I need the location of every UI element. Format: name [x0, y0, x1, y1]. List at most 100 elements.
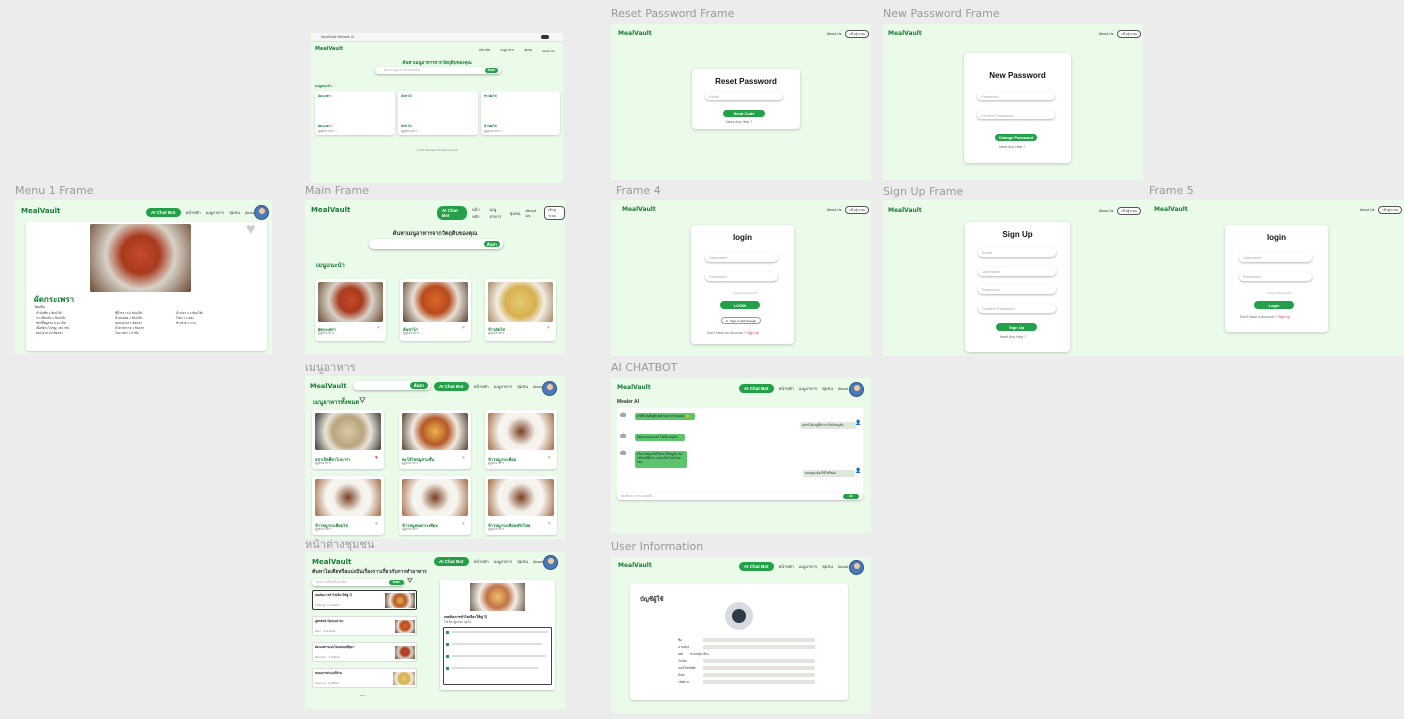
brand-logo[interactable]: MealVault [315, 46, 343, 52]
brand-logo[interactable]: MealVault [312, 558, 351, 566]
nav-community[interactable]: ชุมชน [822, 563, 833, 570]
forgot-password-link[interactable]: Forgot Password? [1267, 291, 1291, 295]
help-link[interactable]: Need Any Help ? [999, 145, 1025, 149]
browser-card-2[interactable]: ต้มข่าไก่ ต้มข่าไก่ ดูสูตรอาหาร → [398, 91, 478, 135]
lastname-field[interactable] [703, 645, 815, 649]
username-input[interactable]: Username [1239, 253, 1312, 262]
nav-menu[interactable]: เมนูอาหาร [494, 558, 512, 565]
nav-home[interactable]: หน้าหลัก [779, 385, 794, 392]
menu-card-6[interactable]: ข้าวหมูกระเทียมพริกไทย ดูสูตรอาหาร ♥ [485, 476, 557, 535]
browser-search-button[interactable]: ค้นหา [485, 68, 498, 73]
main-search-input[interactable] [369, 239, 503, 249]
main-card-1[interactable]: ผัดกะเพรา ดูสูตรอาหาร → ♥ [315, 279, 386, 341]
nav-about[interactable]: About Us [542, 49, 554, 53]
menu-card-1[interactable]: สปาเก็ตตี้คาโบนาร่า ดูสูตรอาหาร ♥ [312, 410, 384, 469]
post-4[interactable]: ขนมครกทำเองที่บ้าน ของหวาน · 2 วันที่แล้… [312, 668, 417, 688]
post-3[interactable]: ผัดกะเพราแบบไหนอร่อยที่สุด? ผัดกะเพรา · … [312, 642, 417, 662]
password-input[interactable]: Password [1239, 272, 1312, 281]
user-avatar[interactable] [254, 205, 269, 220]
brand-logo[interactable]: MealVault [888, 30, 922, 37]
post-1[interactable]: เทคนิคการทำไข่เจียวให้ฟู 🍳 ไข่เจียวฟู · … [312, 590, 417, 610]
email-input[interactable]: Email [978, 248, 1056, 257]
heart-icon[interactable]: ♥ [462, 455, 465, 461]
menu-search-button[interactable]: ค้นหา [410, 382, 428, 389]
filter-icon[interactable]: ⛛ [359, 396, 366, 406]
ai-chat-button[interactable]: AI Chat Bot [434, 557, 469, 566]
send-code-button[interactable]: Send Code [723, 110, 765, 117]
ai-chat-button[interactable]: AI Chat Bot [739, 562, 774, 571]
user-avatar[interactable] [849, 560, 864, 575]
nav-home[interactable]: หน้าหลัก [186, 209, 201, 216]
nav-menu[interactable]: เมนูอาหาร [799, 563, 817, 570]
brand-logo[interactable]: MealVault [311, 206, 350, 214]
nav-home[interactable]: หน้าหลัก [779, 563, 794, 570]
ai-chat-button[interactable]: AI Chat Bot [739, 384, 774, 393]
nav-home[interactable]: หน้าหลัก [474, 558, 489, 565]
heart-icon[interactable]: ♥ [462, 325, 465, 331]
help-link[interactable]: Need Any Help ? [1000, 335, 1026, 339]
ai-chat-button[interactable]: AI Chat Bot [434, 382, 469, 391]
ai-chat-button[interactable]: AI Chat Bot [146, 208, 181, 217]
brand-logo[interactable]: MealVault [1154, 206, 1188, 213]
nav-about[interactable]: About Us [525, 208, 539, 218]
nav-menu[interactable]: เมนูอาหาร [799, 385, 817, 392]
browser-card-3[interactable]: ข้าวผัดไข่ ข้าวผัดไข่ ดูสูตรอาหาร → [481, 91, 560, 135]
about-link[interactable]: About Us [827, 208, 841, 212]
nav-home[interactable]: หน้าหลัก [472, 206, 484, 220]
more-posts[interactable]: ... [360, 692, 365, 698]
nav-community[interactable]: ชุมชน [524, 48, 532, 53]
about-link[interactable]: About Us [827, 32, 841, 36]
menu-card-5[interactable]: ข้าวหมูทอดกระเทียม ดูสูตรอาหาร ♥ [399, 476, 471, 535]
filter-icon[interactable]: ⛛ [407, 578, 413, 586]
about-link[interactable]: About Us [1360, 208, 1374, 212]
post-2[interactable]: สูตรต้มยำกุ้งแบบง่ายๆ ต้มยำ · 5 ชม.ที่แล… [312, 616, 417, 636]
forgot-password-link[interactable]: Forgot Password? [733, 291, 757, 295]
heart-icon[interactable]: ♥ [548, 521, 551, 527]
nav-menu[interactable]: เมนูอาหาร [494, 383, 512, 390]
brand-logo[interactable]: MealVault [618, 562, 652, 569]
brand-logo[interactable]: MealVault [618, 30, 652, 37]
menu-card-2[interactable]: พะโล้ไข่หมูสามชั้น ดูสูตรอาหาร ♥ [399, 410, 471, 469]
email-field[interactable] [703, 673, 815, 677]
user-avatar[interactable] [542, 381, 557, 396]
brand-logo[interactable]: MealVault [888, 207, 922, 214]
nav-community[interactable]: ชุมชน [510, 210, 521, 217]
nav-community[interactable]: ชุมชน [822, 385, 833, 392]
brand-logo[interactable]: MealVault [622, 206, 656, 213]
main-card-3[interactable]: ข้าวผัดไข่ ดูสูตรอาหาร → ♥ [485, 279, 556, 341]
browser-search-input[interactable]: ⌕ ค้นหาเมนูอาหารด้วยวัตถุดิบ [375, 67, 501, 74]
profile-picture[interactable] [725, 602, 753, 630]
signup-submit-button[interactable]: Sign Up [996, 323, 1037, 331]
favorite-heart-icon[interactable]: ♥ [246, 222, 256, 239]
login-button[interactable]: เข้าสู่ระบบ [1117, 30, 1142, 38]
browser-url[interactable]: MealVault Website UI [321, 35, 354, 39]
nav-community[interactable]: ชุมชน [517, 383, 528, 390]
heart-icon[interactable]: ♥ [462, 521, 465, 527]
nav-menu[interactable]: เมนูอาหาร [206, 209, 224, 216]
gender-options[interactable]: ชาย หญิง อื่นๆ [690, 652, 709, 657]
brand-logo[interactable]: MealVault [617, 384, 651, 391]
help-link[interactable]: Need Any Help ? [726, 120, 752, 124]
ai-chat-button[interactable]: AI Chat Bot [437, 206, 468, 220]
user-avatar[interactable] [543, 555, 558, 570]
menu-card-4[interactable]: ข้าวหมูกระเทียมไข่ ดูสูตรอาหาร ♥ [312, 476, 384, 535]
email-input[interactable]: Email [705, 92, 783, 100]
confirm-password-input[interactable]: Confirm Password [977, 111, 1055, 119]
nav-menu[interactable]: เมนูอาหาร [490, 206, 505, 220]
brand-logo[interactable]: MealVault [310, 382, 347, 390]
password-field[interactable] [703, 680, 815, 684]
user-avatar[interactable] [849, 382, 864, 397]
browser-card-1[interactable]: ผัดกะเพรา ผัดกะเพรา ดูสูตรอาหาร → [315, 91, 395, 135]
send-button[interactable]: ส่ง [843, 494, 859, 499]
heart-icon[interactable]: ♥ [375, 521, 378, 527]
nav-home[interactable]: หน้าหลัก [479, 48, 490, 53]
heart-icon[interactable]: ♥ [377, 325, 380, 331]
google-signin-button[interactable]: G Sign in with Google [721, 317, 761, 324]
signup-link[interactable]: Sign Up [1277, 315, 1289, 319]
chat-input[interactable]: พิมพ์ข้อความของคุณที่นี่... [617, 493, 863, 500]
login-button[interactable]: เข้าสู่ระบบ [1117, 207, 1142, 215]
about-link[interactable]: About Us [1099, 209, 1113, 213]
password-input[interactable]: Password [978, 285, 1056, 294]
brand-logo[interactable]: MealVault [21, 207, 60, 215]
heart-icon[interactable]: ♥ [375, 455, 378, 461]
